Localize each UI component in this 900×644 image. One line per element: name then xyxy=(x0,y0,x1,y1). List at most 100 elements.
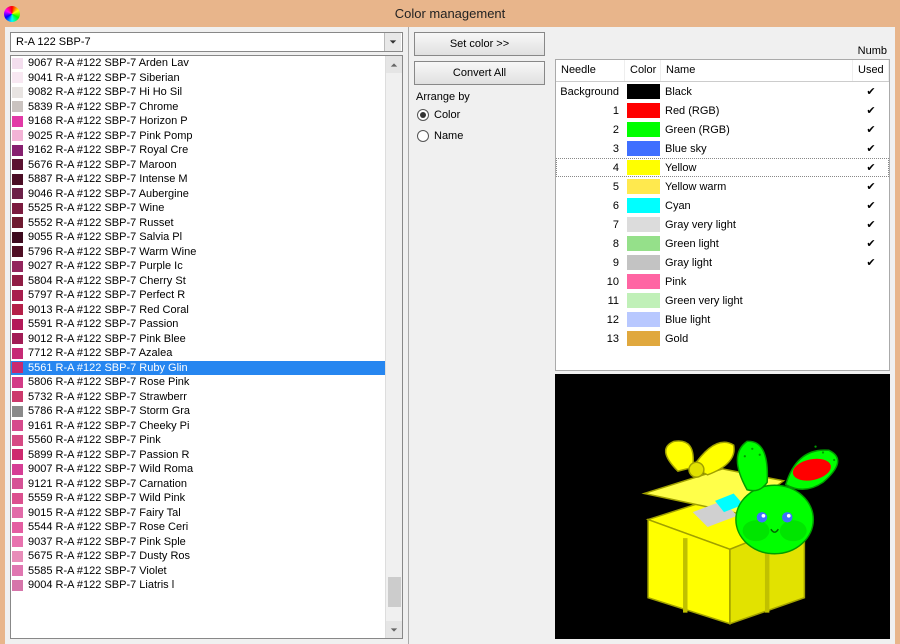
palette-row[interactable]: 9161 R-A #122 SBP-7 Cheeky Pi xyxy=(11,419,385,434)
color-swatch xyxy=(12,377,23,388)
palette-row-label: 9161 R-A #122 SBP-7 Cheeky Pi xyxy=(28,420,189,432)
col-used[interactable]: Used xyxy=(853,60,889,81)
table-row[interactable]: 10Pink xyxy=(556,272,889,291)
color-swatch xyxy=(627,293,660,308)
arrange-by-label: Arrange by xyxy=(416,91,543,103)
scroll-thumb[interactable] xyxy=(388,577,401,607)
palette-row[interactable]: 9082 R-A #122 SBP-7 Hi Ho Sil xyxy=(11,85,385,100)
palette-row[interactable]: 9041 R-A #122 SBP-7 Siberian xyxy=(11,71,385,86)
table-row[interactable]: 5Yellow warm✔ xyxy=(556,177,889,196)
table-row[interactable]: 4Yellow✔ xyxy=(556,158,889,177)
palette-row-label: 9046 R-A #122 SBP-7 Aubergine xyxy=(28,188,189,200)
palette-row[interactable]: 5806 R-A #122 SBP-7 Rose Pink xyxy=(11,375,385,390)
cell-name: Pink xyxy=(661,276,853,288)
cell-used: ✔ xyxy=(853,218,889,231)
cell-name: Green (RGB) xyxy=(661,124,853,136)
palette-dropdown[interactable]: R-A 122 SBP-7 xyxy=(10,32,403,52)
palette-row[interactable]: 5560 R-A #122 SBP-7 Pink xyxy=(11,433,385,448)
palette-row[interactable]: 9046 R-A #122 SBP-7 Aubergine xyxy=(11,187,385,202)
palette-row[interactable]: 5591 R-A #122 SBP-7 Passion xyxy=(11,317,385,332)
palette-row[interactable]: 9121 R-A #122 SBP-7 Carnation xyxy=(11,477,385,492)
chevron-down-icon[interactable] xyxy=(384,33,401,51)
table-row[interactable]: 12Blue light xyxy=(556,310,889,329)
palette-row[interactable]: 5544 R-A #122 SBP-7 Rose Ceri xyxy=(11,520,385,535)
table-row[interactable]: 11Green very light xyxy=(556,291,889,310)
radio-icon xyxy=(417,109,429,121)
palette-row-label: 9015 R-A #122 SBP-7 Fairy Tal xyxy=(28,507,181,519)
scroll-up-icon[interactable] xyxy=(386,56,402,73)
table-row[interactable]: 1Red (RGB)✔ xyxy=(556,101,889,120)
palette-row[interactable]: 5676 R-A #122 SBP-7 Maroon xyxy=(11,158,385,173)
palette-row[interactable]: 9037 R-A #122 SBP-7 Pink Sple xyxy=(11,535,385,550)
palette-row[interactable]: 9013 R-A #122 SBP-7 Red Coral xyxy=(11,303,385,318)
palette-row-label: 5796 R-A #122 SBP-7 Warm Wine xyxy=(28,246,196,258)
palette-row[interactable]: 5732 R-A #122 SBP-7 Strawberr xyxy=(11,390,385,405)
palette-row[interactable]: 5797 R-A #122 SBP-7 Perfect R xyxy=(11,288,385,303)
window-title: Color management xyxy=(395,6,506,21)
right-pane: Numb Needle Color Name Used BackgroundBl… xyxy=(550,27,895,644)
cell-color xyxy=(625,141,661,156)
color-swatch xyxy=(627,255,660,270)
palette-row[interactable]: 9004 R-A #122 SBP-7 Liatris l xyxy=(11,578,385,593)
palette-row[interactable]: 9067 R-A #122 SBP-7 Arden Lav xyxy=(11,56,385,71)
scrollbar[interactable] xyxy=(385,56,402,638)
palette-row[interactable]: 5796 R-A #122 SBP-7 Warm Wine xyxy=(11,245,385,260)
palette-row[interactable]: 5675 R-A #122 SBP-7 Dusty Ros xyxy=(11,549,385,564)
radio-name[interactable]: Name xyxy=(417,130,543,142)
color-swatch xyxy=(627,84,660,99)
palette-row[interactable]: 9162 R-A #122 SBP-7 Royal Cre xyxy=(11,143,385,158)
palette-list[interactable]: 9067 R-A #122 SBP-7 Arden Lav9041 R-A #1… xyxy=(11,56,385,638)
palette-row-label: 9027 R-A #122 SBP-7 Purple Ic xyxy=(28,260,183,272)
color-swatch xyxy=(12,580,23,591)
cell-used: ✔ xyxy=(853,180,889,193)
table-row[interactable]: 8Green light✔ xyxy=(556,234,889,253)
cell-color xyxy=(625,179,661,194)
palette-row[interactable]: 9007 R-A #122 SBP-7 Wild Roma xyxy=(11,462,385,477)
color-swatch xyxy=(12,116,23,127)
col-needle[interactable]: Needle xyxy=(556,60,625,81)
palette-row[interactable]: 5561 R-A #122 SBP-7 Ruby Glin xyxy=(11,361,385,376)
radio-color[interactable]: Color xyxy=(417,109,543,121)
table-row[interactable]: 3Blue sky✔ xyxy=(556,139,889,158)
palette-row-label: 9013 R-A #122 SBP-7 Red Coral xyxy=(28,304,189,316)
color-swatch xyxy=(627,141,660,156)
cell-name: Blue sky xyxy=(661,143,853,155)
palette-row[interactable]: 9168 R-A #122 SBP-7 Horizon P xyxy=(11,114,385,129)
table-row[interactable]: 7Gray very light✔ xyxy=(556,215,889,234)
palette-row[interactable]: 5559 R-A #122 SBP-7 Wild Pink xyxy=(11,491,385,506)
col-name[interactable]: Name xyxy=(661,60,853,81)
palette-row-label: 5887 R-A #122 SBP-7 Intense M xyxy=(28,173,188,185)
palette-row[interactable]: 5585 R-A #122 SBP-7 Violet xyxy=(11,564,385,579)
scroll-down-icon[interactable] xyxy=(386,621,402,638)
palette-row[interactable]: 9012 R-A #122 SBP-7 Pink Blee xyxy=(11,332,385,347)
palette-row[interactable]: 9015 R-A #122 SBP-7 Fairy Tal xyxy=(11,506,385,521)
col-color[interactable]: Color xyxy=(625,60,661,81)
set-color-button[interactable]: Set color >> xyxy=(414,32,545,56)
palette-row[interactable]: 7712 R-A #122 SBP-7 Azalea xyxy=(11,346,385,361)
table-row[interactable]: BackgroundBlack✔ xyxy=(556,82,889,101)
palette-row[interactable]: 5887 R-A #122 SBP-7 Intense M xyxy=(11,172,385,187)
table-row[interactable]: 13Gold xyxy=(556,329,889,348)
palette-row[interactable]: 5839 R-A #122 SBP-7 Chrome xyxy=(11,100,385,115)
table-row[interactable]: 6Cyan✔ xyxy=(556,196,889,215)
palette-row[interactable]: 5899 R-A #122 SBP-7 Passion R xyxy=(11,448,385,463)
palette-row-label: 9121 R-A #122 SBP-7 Carnation xyxy=(28,478,187,490)
palette-row[interactable]: 5786 R-A #122 SBP-7 Storm Gra xyxy=(11,404,385,419)
color-swatch xyxy=(12,551,23,562)
table-row[interactable]: 2Green (RGB)✔ xyxy=(556,120,889,139)
palette-pane: R-A 122 SBP-7 9067 R-A #122 SBP-7 Arden … xyxy=(5,27,409,644)
palette-row[interactable]: 9027 R-A #122 SBP-7 Purple Ic xyxy=(11,259,385,274)
convert-all-button[interactable]: Convert All xyxy=(414,61,545,85)
palette-row[interactable]: 5552 R-A #122 SBP-7 Russet xyxy=(11,216,385,231)
table-row[interactable]: 9Gray light✔ xyxy=(556,253,889,272)
palette-row[interactable]: 5525 R-A #122 SBP-7 Wine xyxy=(11,201,385,216)
cell-needle: 11 xyxy=(556,295,625,307)
palette-row[interactable]: 9055 R-A #122 SBP-7 Salvia Pl xyxy=(11,230,385,245)
cell-color xyxy=(625,293,661,308)
palette-row-label: 5585 R-A #122 SBP-7 Violet xyxy=(28,565,167,577)
palette-row[interactable]: 9025 R-A #122 SBP-7 Pink Pomp xyxy=(11,129,385,144)
palette-row-label: 9041 R-A #122 SBP-7 Siberian xyxy=(28,72,180,84)
palette-row-label: 9007 R-A #122 SBP-7 Wild Roma xyxy=(28,463,193,475)
palette-row[interactable]: 5804 R-A #122 SBP-7 Cherry St xyxy=(11,274,385,289)
cell-name: Green light xyxy=(661,238,853,250)
